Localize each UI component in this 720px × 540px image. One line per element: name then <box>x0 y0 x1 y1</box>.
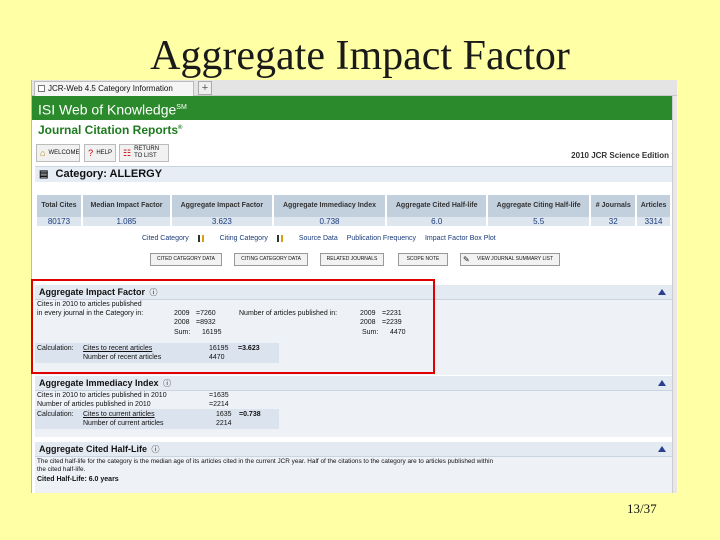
return-to-list-button[interactable]: ☷ RETURN TO LIST <box>119 144 169 162</box>
category-links: Cited Category Citing Category Source Da… <box>142 235 503 242</box>
jcr-title-text: Journal Citation Reports <box>38 123 179 137</box>
browser-tab[interactable]: JCR-Web 4.5 Category Information <box>34 81 194 96</box>
view-journal-summary-list-label: VIEW JOURNAL SUMMARY LIST <box>476 256 554 262</box>
link-citing-category[interactable]: Citing Category <box>220 235 290 242</box>
stats-header: Aggregate Citing Half-life <box>487 195 592 217</box>
stats-header: Articles <box>636 195 672 217</box>
stats-value: 32 <box>590 217 638 226</box>
stats-value: 80173 <box>37 217 83 226</box>
immediacy-heading: Aggregate Immediacy Index ⓘ <box>35 376 672 390</box>
immediacy-calc-numerator-text: Cites to current articles <box>83 411 155 418</box>
highlight-box <box>31 279 435 374</box>
pencil-icon: ✎ <box>463 255 470 264</box>
wok-sup: SM <box>176 104 187 111</box>
half-life-text1: The cited half-life for the category is … <box>37 458 494 465</box>
half-life-title: Aggregate Cited Half-Life <box>39 444 148 454</box>
info-icon[interactable]: ⓘ <box>163 379 171 388</box>
cited-category-data-button[interactable]: CITED CATEGORY DATA <box>150 253 222 266</box>
info-icon[interactable]: ⓘ <box>152 445 160 454</box>
immediacy-line1-value: =1635 <box>209 392 229 399</box>
related-journals-button[interactable]: RELATED JOURNALS <box>320 253 384 266</box>
half-life-text2: the cited half-life. <box>37 466 86 473</box>
list-icon: ☷ <box>123 148 132 158</box>
browser-tab-label: JCR-Web 4.5 Category Information <box>48 84 173 93</box>
link-label: Cited Category <box>142 235 189 243</box>
jcr-title: Journal Citation Reports® <box>38 123 182 137</box>
category-name: ALLERGY <box>109 168 163 180</box>
return-label: RETURN TO LIST <box>134 146 160 159</box>
welcome-label: WELCOME <box>48 149 80 156</box>
jcr-sup: ® <box>178 125 183 131</box>
category-bar: ▤ Category: ALLERGY <box>35 166 672 182</box>
stats-value: 0.738 <box>272 217 388 226</box>
edition-label: 2010 JCR Science Edition <box>571 151 669 160</box>
stats-header: Aggregate Immediacy Index <box>272 195 388 217</box>
stats-value: 1.085 <box>81 217 173 226</box>
immediacy-line1-label: Cites in 2010 to articles published in 2… <box>37 392 167 399</box>
link-publication-frequency[interactable]: Publication Frequency <box>347 235 416 242</box>
category-label: Category: <box>55 168 107 180</box>
immediacy-calc-numerator-label: Cites to current articles <box>83 411 155 420</box>
scope-note-button[interactable]: SCOPE NOTE <box>398 253 448 266</box>
page-number: 13/37 <box>627 501 657 516</box>
stats-header: Aggregate Cited Half-life <box>386 195 488 217</box>
stats-value: 3314 <box>636 217 672 226</box>
stats-value-row: 80173 1.085 3.623 0.738 6.0 5.5 32 3314 <box>37 217 672 226</box>
immediacy-calc-label: Calculation: <box>37 411 74 418</box>
half-life-heading: Aggregate Cited Half-Life ⓘ <box>35 442 672 456</box>
browser-tab-bar: JCR-Web 4.5 Category Information + <box>32 80 677 96</box>
link-cited-category[interactable]: Cited Category <box>142 235 211 242</box>
collapse-triangle-icon[interactable] <box>658 446 666 452</box>
wok-title: ISI Web of Knowledge <box>38 101 177 118</box>
immediacy-calc-result: =0.738 <box>239 411 261 418</box>
view-journal-summary-list-button[interactable]: ✎ VIEW JOURNAL SUMMARY LIST <box>460 253 560 266</box>
stats-header-row: Total Cites Median Impact Factor Aggrega… <box>37 195 672 217</box>
home-icon: ⌂ <box>40 148 46 158</box>
collapse-triangle-icon[interactable] <box>658 380 666 386</box>
stats-value: 6.0 <box>386 217 488 226</box>
link-label: Citing Category <box>219 235 268 243</box>
link-source-data[interactable]: Source Data <box>299 235 338 242</box>
slide-title: Aggregate Impact Factor <box>150 33 570 79</box>
category-stats-table: Total Cites Median Impact Factor Aggrega… <box>37 195 672 226</box>
bar-chart-icon <box>276 235 283 242</box>
citing-category-data-button[interactable]: CITING CATEGORY DATA <box>234 253 308 266</box>
stats-value: 5.5 <box>487 217 592 226</box>
immediacy-calc-numerator: 1635 <box>216 411 232 418</box>
wok-banner: ISI Web of KnowledgeSM <box>32 96 672 120</box>
stats-header: # Journals <box>590 195 638 217</box>
help-icon: ? <box>88 148 94 158</box>
welcome-button[interactable]: ⌂ WELCOME <box>36 144 80 162</box>
collapse-triangle-icon[interactable] <box>658 289 666 295</box>
immediacy-title: Aggregate Immediacy Index <box>39 378 159 388</box>
immediacy-calc-denominator: 2214 <box>216 420 232 427</box>
help-button[interactable]: ? HELP <box>84 144 116 162</box>
bar-chart-icon <box>197 235 204 242</box>
immediacy-calc-denominator-label: Number of current articles <box>83 420 164 427</box>
help-label: HELP <box>96 149 112 156</box>
category-icon: ▤ <box>39 169 49 180</box>
stats-header: Aggregate Impact Factor <box>171 195 274 217</box>
link-impact-factor-box-plot[interactable]: Impact Factor Box Plot <box>425 235 496 242</box>
stats-value: 3.623 <box>171 217 274 226</box>
new-tab-button[interactable]: + <box>198 81 212 95</box>
half-life-result: Cited Half-Life: 6.0 years <box>37 476 119 483</box>
vertical-scrollbar[interactable] <box>672 96 677 493</box>
stats-header: Total Cites <box>37 195 83 217</box>
page-icon <box>38 85 45 92</box>
stats-header: Median Impact Factor <box>81 195 173 217</box>
